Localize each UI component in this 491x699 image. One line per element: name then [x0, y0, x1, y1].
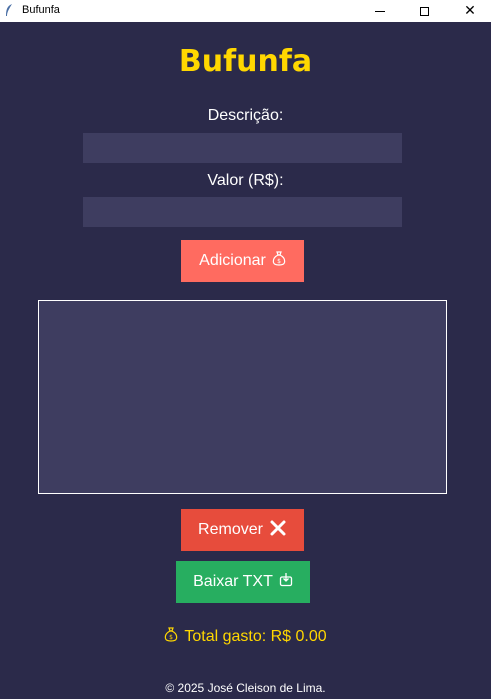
description-input[interactable] — [83, 133, 402, 163]
close-button[interactable]: ✕ — [447, 0, 491, 22]
add-button-label: Adicionar — [199, 252, 266, 269]
window-titlebar: Bufunfa ✕ — [0, 0, 491, 22]
remove-button-label: Remover — [198, 521, 263, 538]
expense-list[interactable] — [38, 300, 447, 494]
minimize-button[interactable] — [357, 0, 403, 22]
maximize-button[interactable] — [401, 0, 447, 22]
feather-icon — [4, 3, 14, 20]
svg-text:$: $ — [169, 634, 173, 641]
remove-button[interactable]: Remover — [181, 509, 304, 551]
app-title: Bufunfa — [178, 44, 313, 79]
minimize-icon — [375, 10, 385, 12]
svg-text:$: $ — [277, 258, 281, 265]
money-bag-icon: $ — [272, 251, 286, 271]
money-bag-icon: $ — [164, 627, 178, 647]
cross-mark-icon — [269, 519, 287, 542]
value-label: Valor (R$): — [207, 172, 284, 189]
value-input[interactable] — [83, 197, 402, 227]
close-icon: ✕ — [464, 3, 476, 19]
total-spent-label: Total gasto: R$ 0.00 — [184, 628, 327, 645]
add-button[interactable]: Adicionar $ — [181, 240, 304, 282]
window-title: Bufunfa — [22, 4, 60, 16]
download-txt-button[interactable]: Baixar TXT — [176, 561, 310, 603]
maximize-icon — [419, 6, 429, 16]
download-txt-label: Baixar TXT — [193, 573, 273, 590]
description-label: Descrição: — [207, 107, 284, 124]
download-box-icon — [279, 572, 293, 592]
total-spent: $ Total gasto: R$ 0.00 — [0, 627, 491, 647]
footer-credit: © 2025 José Cleison de Lima. — [165, 681, 326, 695]
